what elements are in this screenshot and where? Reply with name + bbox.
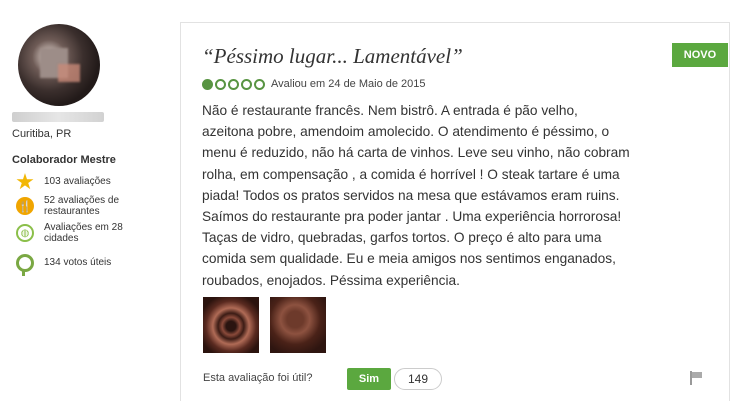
badge-restaurant-reviews-text: 52 avaliações de restaurantes bbox=[44, 195, 120, 217]
restaurant-icon: 🍴 bbox=[14, 195, 36, 217]
review-rating: Avaliou em 24 de Maio de 2015 bbox=[202, 78, 426, 90]
badge-reviews: ★ 103 avaliações bbox=[14, 171, 144, 193]
review-line: Saímos do restaurante pra poder jantar .… bbox=[202, 209, 622, 225]
review-line: comida sem qualidade. Eu e meia amigos n… bbox=[202, 251, 616, 267]
rating-bubble-icon bbox=[241, 78, 252, 90]
review-photo-thumbnail[interactable] bbox=[203, 297, 259, 353]
rating-bubble-icon bbox=[202, 78, 213, 90]
badge-helpful-votes-text: 134 votos úteis bbox=[44, 257, 112, 268]
helpful-count: 149 bbox=[394, 368, 442, 390]
rating-bubble-icon bbox=[228, 78, 239, 90]
reviewer-avatar[interactable] bbox=[18, 24, 100, 106]
helpful-votes-icon bbox=[14, 252, 36, 276]
reviewer-level: Colaborador Mestre bbox=[12, 154, 116, 166]
review-line: Taças de vidro, quebradas, garfos tortos… bbox=[202, 230, 602, 246]
badge-cities-text: Avaliações em 28 cidades bbox=[44, 222, 123, 244]
review-line: azeitona pobre, amendoim amolecido. O at… bbox=[202, 124, 610, 140]
rating-bubble-icon bbox=[215, 78, 226, 90]
reviewer-location: Curitiba, PR bbox=[12, 128, 72, 140]
review-date: Avaliou em 24 de Maio de 2015 bbox=[271, 78, 426, 90]
review-line: menu é reduzido, não há carta de vinhos.… bbox=[202, 145, 630, 161]
helpful-question: Esta avaliação foi útil? bbox=[203, 372, 313, 384]
avatar-pixelation-2 bbox=[58, 64, 80, 82]
review-line: Não é restaurante francês. Nem bistrô. A… bbox=[202, 103, 578, 118]
review-title[interactable]: “Péssimo lugar... Lamentável” bbox=[202, 44, 463, 69]
new-badge: NOVO bbox=[672, 43, 728, 67]
badge-reviews-text: 103 avaliações bbox=[44, 176, 111, 187]
globe-icon: ◍ bbox=[14, 222, 36, 244]
review-body: Não é restaurante francês. Nem bistrô. A… bbox=[202, 100, 702, 291]
badge-helpful-votes: 134 votos úteis bbox=[14, 252, 144, 276]
badge-restaurant-reviews: 🍴 52 avaliações de restaurantes bbox=[14, 195, 144, 217]
rating-bubble-icon bbox=[254, 78, 265, 90]
review-photo-thumbnail[interactable] bbox=[270, 297, 326, 353]
helpful-yes-button[interactable]: Sim bbox=[347, 368, 391, 390]
star-icon: ★ bbox=[15, 169, 35, 194]
reviewer-username-redacted bbox=[12, 112, 104, 122]
badge-cities: ◍ Avaliações em 28 cidades bbox=[14, 222, 144, 244]
review-line: roubados, enojados. Péssima experiência. bbox=[202, 272, 460, 288]
review-line: rolha, em compensação , a comida é horrí… bbox=[202, 166, 620, 182]
report-flag-icon[interactable] bbox=[690, 371, 704, 385]
review-line: piada! Todos os pratos servidos na mesa … bbox=[202, 187, 620, 203]
